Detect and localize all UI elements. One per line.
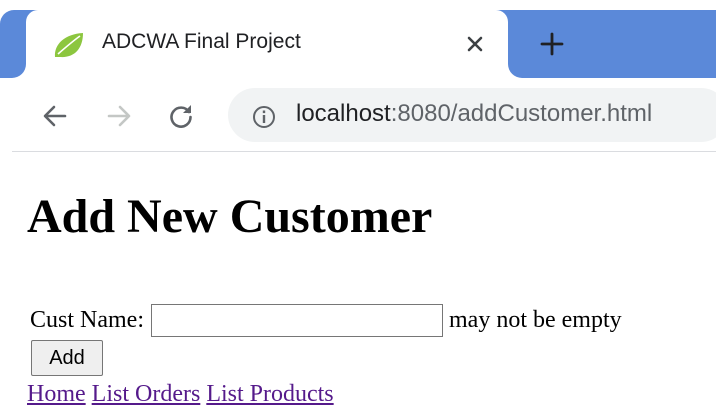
forward-arrow-icon[interactable] [104, 101, 134, 131]
url-path: :8080/addCustomer.html [390, 100, 653, 127]
page-title: Add New Customer [27, 190, 433, 243]
list-products-link[interactable]: List Products [206, 381, 333, 407]
nav-links: Home List Orders List Products [27, 381, 334, 408]
tab-corner-right [508, 58, 528, 78]
cust-name-input[interactable] [151, 303, 443, 337]
cust-name-label: Cust Name: [30, 306, 144, 333]
validation-error: may not be empty [449, 306, 622, 333]
toolbar-divider [12, 151, 716, 152]
address-url[interactable]: localhost:8080/addCustomer.html [296, 100, 652, 128]
url-host: localhost [296, 100, 391, 127]
plus-icon[interactable] [537, 29, 567, 59]
customer-form: Cust Name: may not be empty [30, 302, 622, 338]
add-button[interactable]: Add [31, 340, 103, 376]
back-arrow-icon[interactable] [40, 101, 70, 131]
spring-leaf-icon [54, 33, 83, 58]
reload-icon[interactable] [166, 101, 196, 131]
info-icon[interactable] [252, 105, 276, 129]
close-icon[interactable] [462, 31, 488, 57]
tab-corner-left [6, 58, 26, 78]
tab-title: ADCWA Final Project [102, 30, 301, 53]
home-link[interactable]: Home [27, 381, 86, 407]
list-orders-link[interactable]: List Orders [92, 381, 201, 407]
